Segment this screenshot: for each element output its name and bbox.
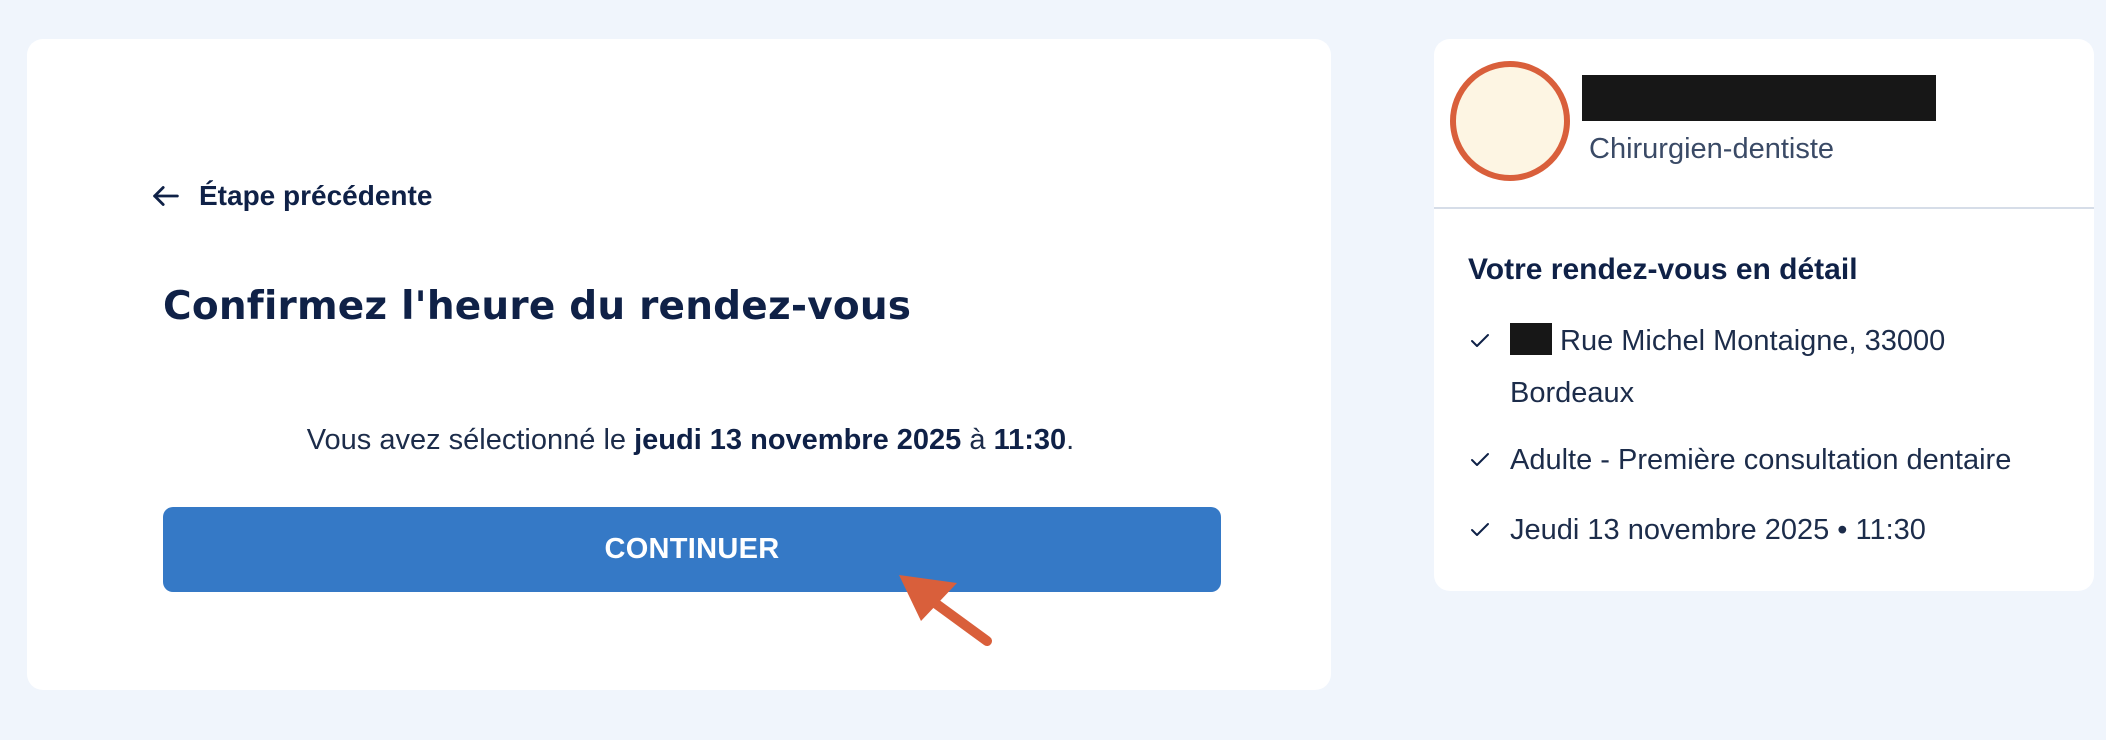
appointment-summary-card: Chirurgien-dentiste Votre rendez-vous en…	[1434, 39, 2094, 591]
detail-appointment-type-label: Adulte - Première consultation dentaire	[1510, 444, 2012, 476]
booking-confirmation-card: Étape précédente Confirmez l'heure du re…	[27, 39, 1331, 690]
check-icon	[1468, 504, 1498, 556]
street-number-redacted	[1510, 323, 1552, 355]
selected-time: 11:30	[993, 424, 1067, 456]
pointer-arrow-icon	[899, 575, 992, 646]
previous-step-label: Étape précédente	[199, 180, 433, 211]
selection-prefix: Vous avez sélectionné le	[306, 424, 627, 456]
check-icon	[1468, 434, 1498, 486]
previous-step-link[interactable]: Étape précédente	[149, 179, 432, 213]
page: Étape précédente Confirmez l'heure du re…	[0, 0, 2106, 740]
check-icon	[1468, 315, 1498, 367]
continue-button[interactable]: CONTINUER	[163, 507, 1221, 592]
detail-address-text: Rue Michel Montaigne, 33000 Bordeaux	[1510, 315, 2070, 419]
selection-suffix: .	[1066, 424, 1075, 456]
detail-address-label: Rue Michel Montaigne, 33000 Bordeaux	[1510, 325, 1946, 409]
divider	[1434, 207, 2094, 209]
detail-appointment-type: Adulte - Première consultation dentaire	[1468, 434, 2070, 486]
selected-date: jeudi 13 novembre 2025	[634, 424, 962, 456]
detail-address: Rue Michel Montaigne, 33000 Bordeaux	[1468, 315, 2070, 419]
details-title: Votre rendez-vous en détail	[1468, 253, 1858, 286]
page-title: Confirmez l'heure du rendez-vous	[163, 284, 912, 329]
detail-date-time-label: Jeudi 13 novembre 2025 • 11:30	[1510, 514, 1926, 546]
selection-connector: à	[969, 424, 986, 456]
practitioner-specialty: Chirurgien-dentiste	[1589, 133, 1835, 165]
arrow-left-icon	[149, 179, 183, 213]
selected-slot-text: Vous avez sélectionné le jeudi 13 novemb…	[163, 424, 1218, 457]
detail-date-time: Jeudi 13 novembre 2025 • 11:30	[1468, 504, 2070, 556]
practitioner-avatar	[1450, 61, 1570, 181]
practitioner-name-redacted	[1582, 75, 1936, 121]
